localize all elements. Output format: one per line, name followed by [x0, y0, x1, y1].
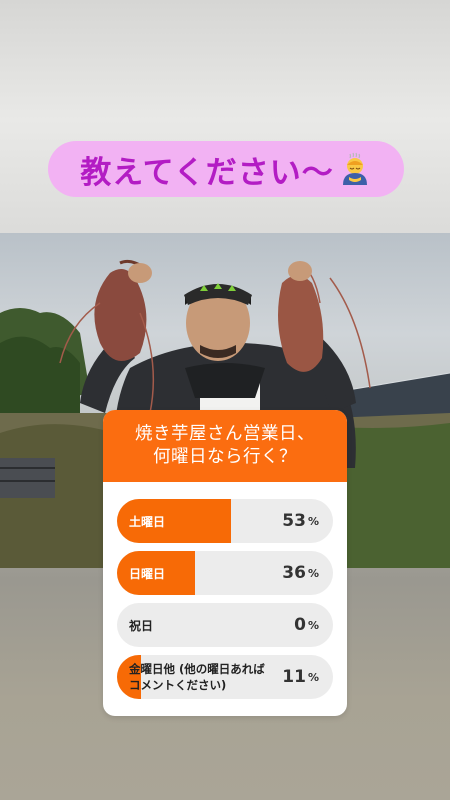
poll-option-percent: 53%	[282, 499, 319, 543]
poll-card: 焼き芋屋さん営業日、 何曜日なら行く？ 土曜日 53% 日曜日 36% 祝日 0…	[103, 410, 347, 716]
poll-option-label: 土曜日	[129, 514, 166, 529]
poll-option-label: 日曜日	[129, 566, 166, 581]
poll-option-label: 祝日	[129, 618, 154, 633]
percent-value: 11	[282, 667, 306, 687]
person-bowing-emoji-icon	[338, 152, 372, 186]
poll-option-label-line2: コメントください)	[129, 678, 227, 692]
percent-value: 36	[282, 563, 306, 583]
caption-pill: 教えてください〜	[48, 141, 404, 197]
poll-option-holiday[interactable]: 祝日 0%	[117, 603, 333, 647]
caption-text: 教えてください〜	[80, 154, 334, 191]
percent-sign: %	[307, 566, 319, 580]
percent-sign: %	[307, 618, 319, 632]
percent-sign: %	[307, 670, 319, 684]
poll-option-friday-other[interactable]: 金曜日他 (他の曜日あれば コメントください) 11%	[117, 655, 333, 699]
poll-option-percent: 0%	[294, 603, 319, 647]
poll-option-label: 金曜日他 (他の曜日あれば コメントください)	[129, 655, 265, 699]
poll-option-label-line1: 金曜日他 (他の曜日あれば	[129, 662, 265, 676]
poll-option-saturday[interactable]: 土曜日 53%	[117, 499, 333, 543]
poll-question-line2: 何曜日なら行く？	[153, 447, 297, 467]
percent-sign: %	[307, 514, 319, 528]
percent-value: 0	[294, 615, 306, 635]
poll-question-line1: 焼き芋屋さん営業日、	[135, 424, 315, 444]
poll-option-percent: 11%	[282, 655, 319, 699]
percent-value: 53	[282, 511, 306, 531]
poll-header: 焼き芋屋さん営業日、 何曜日なら行く？	[103, 410, 347, 482]
poll-option-percent: 36%	[282, 551, 319, 595]
poll-option-sunday[interactable]: 日曜日 36%	[117, 551, 333, 595]
